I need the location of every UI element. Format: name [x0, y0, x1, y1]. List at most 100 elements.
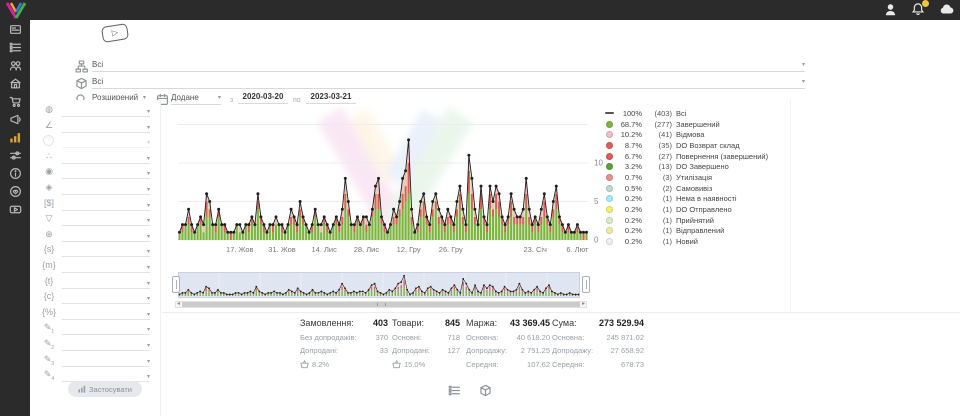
- filter-row-channel: ◍▾: [30, 104, 160, 118]
- legend-percent: 0.2%: [617, 237, 642, 246]
- custom-field-1-select[interactable]: ▾: [62, 322, 150, 335]
- custom-field-2-select[interactable]: ▾: [62, 338, 150, 351]
- custom-field-3-select[interactable]: ▾: [62, 354, 150, 367]
- utm-term-select[interactable]: ▾: [62, 276, 150, 289]
- badge-select[interactable]: ▾: [62, 166, 150, 179]
- utm-medium-select[interactable]: ▾: [62, 260, 150, 273]
- filter-row-funnel: ▽▾: [30, 213, 160, 227]
- navigator-right-handle[interactable]: [582, 276, 590, 293]
- legend-item[interactable]: 0.5%(2)Самовивіз: [604, 183, 794, 194]
- stat-sub-label: Середня:: [552, 360, 584, 369]
- product-select[interactable]: Всі ▾: [92, 77, 805, 89]
- legend-dot-symbol: [606, 227, 613, 234]
- legend-item[interactable]: 10.2%(41)Відмова: [604, 129, 794, 140]
- utm-campaign-select[interactable]: ▾: [62, 291, 150, 304]
- stat-column: Сума:273 529.94Основна:245 871.02Допрода…: [552, 318, 644, 369]
- scroll-left-arrow-icon[interactable]: ◂: [177, 301, 180, 308]
- stat-value: 43 369.45: [510, 318, 550, 328]
- promo-tag-icon[interactable]: ▷: [101, 23, 129, 43]
- svg-text:14. Лис: 14. Лис: [312, 245, 338, 254]
- legend-count: (1): [646, 194, 672, 203]
- apply-button[interactable]: Застосувати: [68, 381, 142, 397]
- legend-item[interactable]: 100%(403)Всі: [604, 108, 794, 119]
- navigator-scrollbar[interactable]: ◂ ▸: [175, 301, 587, 308]
- sidebar-item-store[interactable]: [0, 74, 30, 92]
- sidebar-item-info[interactable]: [0, 164, 30, 182]
- legend-percent: 0.2%: [617, 205, 642, 214]
- legend-item[interactable]: 8.7%(35)DO Возврат склад: [604, 140, 794, 151]
- user-icon[interactable]: [883, 2, 898, 17]
- product-view-icon[interactable]: [479, 384, 492, 397]
- package-icon: ◈: [42, 182, 56, 193]
- structure-select[interactable]: ▾: [62, 151, 150, 164]
- orders-chart[interactable]: 051017. Жов31. Жов14. Лис28. Лис12. Гру2…: [178, 96, 608, 263]
- ramp-icon: ∠: [42, 120, 56, 131]
- funnel-icon: ▽: [42, 213, 56, 224]
- legend-percent: 8.7%: [617, 141, 642, 150]
- sidebar-item-settings[interactable]: [0, 146, 30, 164]
- package-select[interactable]: ▾: [62, 182, 150, 195]
- legend-item[interactable]: 68.7%(277)Завершений: [604, 119, 794, 130]
- notifications-bell-icon[interactable]: [911, 2, 926, 17]
- navigator-left-handle[interactable]: [172, 276, 180, 293]
- legend-item[interactable]: 0.2%(1)Новий: [604, 236, 794, 247]
- svg-text:0: 0: [594, 236, 599, 245]
- payment-select[interactable]: ▾: [62, 198, 150, 211]
- globe-select[interactable]: ▾: [62, 229, 150, 242]
- legend-item[interactable]: 0.7%(3)Утилізація: [604, 172, 794, 183]
- filter-row-help: ?▾: [30, 135, 160, 149]
- sidebar-item-customers[interactable]: [0, 56, 30, 74]
- stat-value: 845: [445, 318, 460, 328]
- legend-dot-symbol: [606, 131, 613, 138]
- legend-item[interactable]: 0.2%(1)Відправлений: [604, 226, 794, 237]
- ramp-select[interactable]: ▾: [62, 120, 150, 133]
- scroll-right-arrow-icon[interactable]: ▸: [582, 301, 585, 308]
- legend-item[interactable]: 0.2%(1)Прийнятий: [604, 215, 794, 226]
- filter-sidebar: ◍▾∠▾?▾∴▾◉▾◈▾[$]▾▽▾⊕▾{s}▾{m}▾{t}▾{c}▾{%}▾…: [30, 100, 161, 416]
- funnel-select[interactable]: ▾: [62, 213, 150, 226]
- filter-row-custom-field-3: ✎3▾: [30, 354, 160, 368]
- utm-source-select[interactable]: ▾: [62, 244, 150, 257]
- chevron-down-icon: ▾: [147, 186, 150, 194]
- legend-item[interactable]: 0.2%(1)Нема в наявності: [604, 194, 794, 205]
- filter-row-utm-medium: {m}▾: [30, 260, 160, 274]
- legend-dot-symbol: [606, 238, 613, 245]
- stat-sub-label: Середня:: [466, 360, 498, 369]
- svg-text:12. Гру: 12. Гру: [397, 245, 421, 254]
- legend-count: (1): [646, 216, 672, 225]
- filter-row-globe: ⊕▾: [30, 229, 160, 243]
- profile-cloud-icon[interactable]: [939, 2, 954, 17]
- sidebar-item-orders[interactable]: [0, 38, 30, 56]
- sidebar-item-promo[interactable]: [0, 110, 30, 128]
- legend-item[interactable]: 0.2%(1)DO Отправлено: [604, 204, 794, 215]
- sidebar-item-analytics[interactable]: [0, 128, 30, 146]
- legend-item[interactable]: 3.2%(13)DO Завершено: [604, 161, 794, 172]
- chevron-down-icon: ▾: [802, 78, 805, 86]
- legend-item[interactable]: 6.7%(27)Повернення (завершений): [604, 151, 794, 162]
- utm-content-select[interactable]: ▾: [62, 307, 150, 320]
- stat-sub-value: 40 618.20: [517, 333, 550, 342]
- help-select[interactable]: ▾: [62, 135, 150, 148]
- filter-row-utm-content: {%}▾: [30, 307, 160, 321]
- app-logo-icon[interactable]: [3, 1, 29, 19]
- chart-navigator[interactable]: [178, 272, 580, 303]
- chevron-down-icon: ▾: [147, 217, 150, 225]
- topbar: [0, 0, 960, 20]
- channel-select[interactable]: ▾: [62, 104, 150, 117]
- list-view-icon[interactable]: [448, 384, 461, 397]
- scrollbar-thumb[interactable]: [182, 302, 580, 307]
- stat-title: Маржа:: [466, 318, 497, 328]
- legend-label: Відправлений: [676, 226, 724, 235]
- category-select[interactable]: Всі ▾: [92, 60, 805, 72]
- sidebar-item-cart[interactable]: [0, 92, 30, 110]
- stat-value: 273 529.94: [599, 318, 644, 328]
- legend-count: (27): [646, 152, 672, 161]
- chevron-down-icon: ▾: [147, 124, 150, 132]
- settings-icon: [9, 149, 22, 162]
- product-select-value: Всі: [92, 77, 103, 86]
- sidebar-item-video[interactable]: [0, 200, 30, 218]
- chevron-down-icon: ▾: [147, 373, 150, 381]
- sidebar-item-dashboard[interactable]: [0, 20, 30, 38]
- stat-sub-value: 33: [380, 346, 388, 355]
- sidebar-item-loyalty[interactable]: [0, 182, 30, 200]
